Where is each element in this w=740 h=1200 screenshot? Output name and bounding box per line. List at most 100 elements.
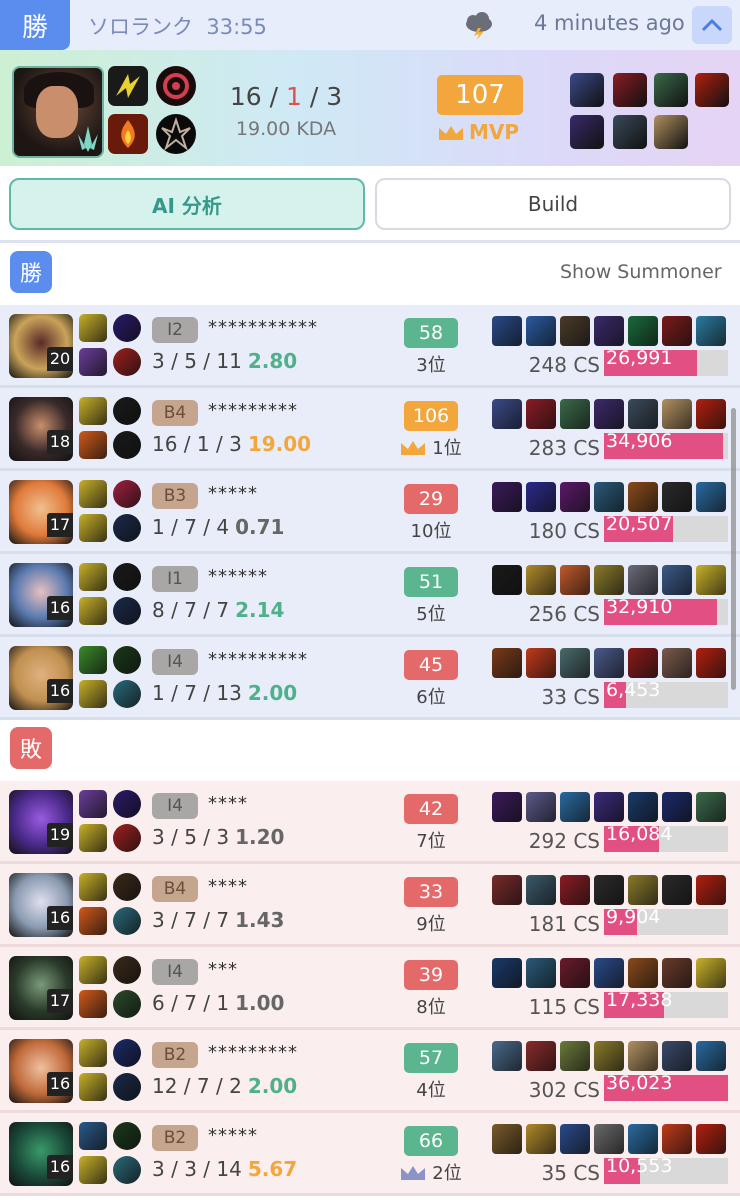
item-icon[interactable] [492,958,522,988]
item-icon[interactable] [662,1041,692,1071]
rune-primary-icon[interactable] [113,397,141,425]
show-summoner-button[interactable]: Show Summoner [560,261,722,283]
summoner-spell-icon[interactable] [79,680,107,708]
item-icon[interactable] [594,792,624,822]
summoner-spell-icon[interactable] [79,1073,107,1101]
summoner-spell-icon[interactable] [79,1122,107,1150]
item-icon[interactable] [526,399,556,429]
rune-primary-icon[interactable] [113,563,141,591]
rune-secondary-icon[interactable] [113,1156,141,1184]
item-icon[interactable] [570,115,604,149]
rune-primary-icon[interactable] [156,66,196,106]
scrollbar[interactable] [731,408,736,690]
tab-ai-analysis[interactable]: AI 分析 [9,178,365,230]
item-icon[interactable] [662,565,692,595]
summoner-spell-icon[interactable] [79,824,107,852]
player-name[interactable]: *** [208,959,238,980]
player-row[interactable]: 16 I4 ********** 1 / 7 / 13 2.00 45 6位 33… [0,637,740,720]
player-name[interactable]: ****** [208,566,268,587]
item-icon[interactable] [662,399,692,429]
summoner-spell-icon[interactable] [79,480,107,508]
item-icon[interactable] [594,958,624,988]
player-row[interactable]: 16 I1 ****** 8 / 7 / 7 2.14 51 5位 256 CS … [0,554,740,637]
player-row[interactable]: 17 B3 ***** 1 / 7 / 4 0.71 29 10位 180 CS … [0,471,740,554]
item-icon[interactable] [570,73,604,107]
item-icon[interactable] [613,73,647,107]
summoner-spell-icon[interactable] [79,348,107,376]
rune-secondary-icon[interactable] [113,990,141,1018]
item-icon[interactable] [628,316,658,346]
item-icon[interactable] [560,316,590,346]
rune-secondary-icon[interactable] [113,907,141,935]
item-icon[interactable] [628,1041,658,1071]
item-icon[interactable] [560,482,590,512]
item-icon[interactable] [662,1124,692,1154]
rune-primary-icon[interactable] [113,646,141,674]
item-icon[interactable] [560,648,590,678]
rune-secondary-icon[interactable] [113,597,141,625]
summoner-spell-icon[interactable] [79,563,107,591]
item-icon[interactable] [526,792,556,822]
item-icon[interactable] [628,482,658,512]
item-icon[interactable] [594,399,624,429]
item-icon[interactable] [696,565,726,595]
item-icon[interactable] [492,399,522,429]
item-icon[interactable] [662,958,692,988]
summoner-spell-icon[interactable] [79,956,107,984]
item-icon[interactable] [662,482,692,512]
summoner-spell-icon[interactable] [79,907,107,935]
item-icon[interactable] [594,648,624,678]
item-icon[interactable] [662,875,692,905]
player-row[interactable]: 16 B2 ***** 3 / 3 / 14 5.67 66 2位 35 CS 1… [0,1113,740,1196]
item-icon[interactable] [560,1124,590,1154]
player-row[interactable]: 17 I4 *** 6 / 7 / 1 1.00 39 8位 115 CS 17,… [0,947,740,1030]
item-icon[interactable] [696,1041,726,1071]
item-icon[interactable] [526,958,556,988]
player-row[interactable]: 16 B4 **** 3 / 7 / 7 1.43 33 9位 181 CS 9,… [0,864,740,947]
rune-secondary-icon[interactable] [156,114,196,154]
item-icon[interactable] [526,316,556,346]
item-icon[interactable] [594,565,624,595]
item-icon[interactable] [628,565,658,595]
rune-secondary-icon[interactable] [113,431,141,459]
rune-secondary-icon[interactable] [113,1073,141,1101]
player-name[interactable]: **** [208,793,248,814]
item-icon[interactable] [654,73,688,107]
player-name[interactable]: **** [208,876,248,897]
summoner-spell-icon[interactable] [79,646,107,674]
item-icon[interactable] [662,316,692,346]
item-icon[interactable] [662,648,692,678]
player-name[interactable]: ********* [208,400,298,421]
summoner-spell-icon[interactable] [79,597,107,625]
player-row[interactable]: 16 B2 ********* 12 / 7 / 2 2.00 57 4位 302… [0,1030,740,1113]
item-icon[interactable] [560,875,590,905]
tab-build[interactable]: Build [375,178,731,230]
item-icon[interactable] [526,875,556,905]
player-name[interactable]: ***** [208,483,258,504]
player-name[interactable]: *********** [208,317,318,338]
item-icon[interactable] [696,316,726,346]
item-icon[interactable] [594,1124,624,1154]
summoner-spell-icon[interactable] [79,1039,107,1067]
item-icon[interactable] [526,648,556,678]
rune-primary-icon[interactable] [113,1039,141,1067]
item-icon[interactable] [696,792,726,822]
item-icon[interactable] [492,316,522,346]
summoner-spell-icon[interactable] [79,990,107,1018]
item-icon[interactable] [526,482,556,512]
rune-primary-icon[interactable] [113,314,141,342]
player-row[interactable]: 18 B4 ********* 16 / 1 / 3 19.00 106 1位 2… [0,388,740,471]
item-slot-icon[interactable] [654,115,688,149]
summoner-spell-ignite-icon[interactable] [108,114,148,154]
summoner-spell-icon[interactable] [79,790,107,818]
item-icon[interactable] [696,399,726,429]
player-name[interactable]: ********** [208,649,308,670]
rune-primary-icon[interactable] [113,873,141,901]
player-row[interactable]: 19 I4 **** 3 / 5 / 3 1.20 42 7位 292 CS 16… [0,781,740,864]
champion-portrait[interactable] [12,66,104,158]
item-icon[interactable] [526,565,556,595]
rune-primary-icon[interactable] [113,480,141,508]
item-icon[interactable] [594,875,624,905]
summoner-spell-icon[interactable] [79,1156,107,1184]
item-icon[interactable] [628,875,658,905]
